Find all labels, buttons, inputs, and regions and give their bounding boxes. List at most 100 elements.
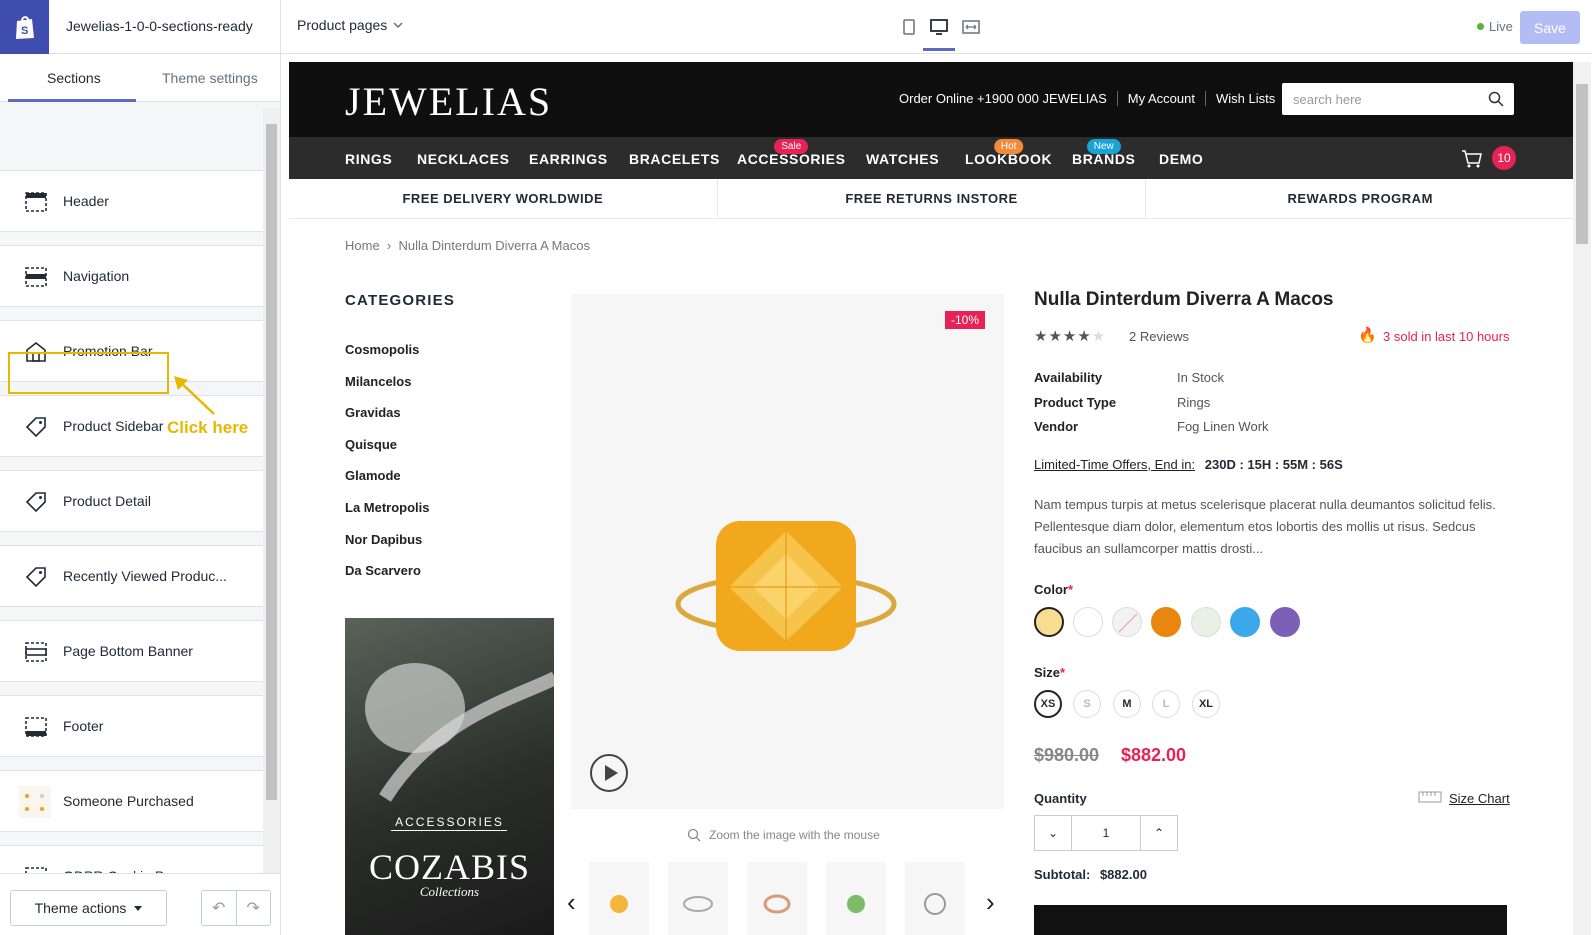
sidebar-ad-banner[interactable]: ACCESSORIES COZABIS Collections (345, 618, 554, 935)
size-option[interactable]: XL (1192, 690, 1220, 718)
thumbnail-strip (581, 862, 1021, 935)
main-nav: RINGS NECKLACES EARRINGS BRACELETS ACCES… (289, 137, 1574, 179)
highlight-box (8, 352, 169, 394)
thumb-prev-icon[interactable]: ‹ (567, 887, 576, 918)
page-type-label: Product pages (297, 17, 388, 33)
thumbnail[interactable] (747, 862, 807, 935)
section-item-header[interactable]: Header (0, 170, 263, 232)
color-swatch-unavailable[interactable] (1112, 607, 1142, 637)
section-item-navigation[interactable]: Navigation (0, 245, 263, 307)
color-swatch[interactable] (1270, 607, 1300, 637)
search-input[interactable]: search here (1282, 83, 1514, 115)
page-type-dropdown[interactable]: Product pages (297, 17, 403, 33)
meta-label: Product Type (1034, 395, 1117, 410)
sidebar-tabs: Sections Theme settings (0, 54, 280, 102)
live-status: Live (1477, 19, 1513, 34)
color-swatch[interactable] (1191, 607, 1221, 637)
sidebar-scroll-thumb[interactable] (266, 124, 277, 800)
nav-brands[interactable]: BRANDS New (1072, 139, 1136, 167)
nav-label: EARRINGS (529, 151, 608, 167)
section-item-recently-viewed[interactable]: Recently Viewed Produc... (0, 545, 263, 607)
nav-earrings[interactable]: EARRINGS (529, 151, 608, 167)
section-item-someone-purchased[interactable]: Someone Purchased (0, 770, 263, 832)
thumbnail[interactable] (826, 862, 886, 935)
star-icon: ★★★★ (1034, 328, 1092, 345)
product-title: Nulla Dinterdum Diverra A Macos (1034, 289, 1334, 310)
search-icon[interactable] (1488, 91, 1504, 107)
thumbnail[interactable] (589, 862, 649, 935)
editor-topbar: S Jewelias-1-0-0-sections-ready Product … (0, 0, 1592, 54)
thumbnail[interactable] (905, 862, 965, 935)
section-item-product-detail[interactable]: Product Detail (0, 470, 263, 532)
add-to-cart-button[interactable] (1034, 905, 1507, 935)
quantity-input[interactable]: 1 (1071, 816, 1141, 850)
redo-icon[interactable]: ↷ (237, 891, 271, 925)
order-online-link[interactable]: Order Online +1900 000 JEWELIAS (889, 91, 1117, 106)
quantity-increase-icon[interactable]: ⌃ (1141, 816, 1177, 850)
save-button[interactable]: Save (1520, 11, 1580, 44)
arrow-annotation-icon (174, 376, 215, 415)
size-option[interactable]: XS (1034, 690, 1062, 718)
breadcrumb-home[interactable]: Home (345, 238, 380, 253)
store-logo[interactable]: JEWELIAS (345, 78, 552, 125)
size-option-unavailable[interactable]: L (1152, 690, 1180, 718)
nav-watches[interactable]: WATCHES (866, 151, 939, 167)
section-item-footer[interactable]: Footer (0, 695, 263, 757)
tab-theme-settings[interactable]: Theme settings (162, 70, 258, 86)
nav-demo[interactable]: DEMO (1159, 151, 1203, 167)
reviews-link[interactable]: 2 Reviews (1129, 329, 1189, 344)
my-account-link[interactable]: My Account (1116, 91, 1205, 106)
theme-actions-label: Theme actions (34, 900, 127, 916)
fullscreen-view-icon[interactable] (960, 16, 982, 38)
wish-lists-link[interactable]: Wish Lists (1204, 91, 1285, 106)
category-link[interactable]: La Metropolis (345, 500, 430, 515)
store-preview: JEWELIAS Order Online +1900 000 JEWELIAS… (289, 62, 1574, 935)
sale-price: $882.00 (1121, 745, 1187, 765)
size-option-unavailable[interactable]: S (1073, 690, 1101, 718)
nav-rings[interactable]: RINGS (345, 151, 392, 167)
section-label: Recently Viewed Produc... (63, 568, 227, 584)
size-label: Size* (1034, 665, 1066, 680)
shopify-logo-icon[interactable]: S (0, 0, 49, 54)
nav-necklaces[interactable]: NECKLACES (417, 151, 510, 167)
nav-lookbook[interactable]: LOOKBOOK Hot (965, 139, 1052, 167)
preview-scrollbar[interactable] (1573, 62, 1591, 935)
mobile-view-icon[interactable] (898, 16, 920, 38)
color-label: Color* (1034, 582, 1074, 597)
compare-price: $980.00 (1034, 745, 1100, 765)
cart-count-badge[interactable]: 10 (1492, 146, 1516, 170)
nav-bracelets[interactable]: BRACELETS (629, 151, 720, 167)
color-swatch[interactable] (1230, 607, 1260, 637)
product-description: Nam tempus turpis at metus scelerisque p… (1034, 497, 1496, 556)
desktop-view-icon[interactable] (923, 16, 955, 51)
tab-sections[interactable]: Sections (47, 70, 101, 86)
play-video-icon[interactable] (590, 754, 628, 792)
undo-icon[interactable]: ↶ (202, 891, 237, 925)
thumb-next-icon[interactable]: › (986, 887, 995, 918)
category-link[interactable]: Quisque (345, 437, 397, 452)
tag-icon (25, 567, 46, 588)
nav-accessories[interactable]: ACCESSORIES Sale (737, 139, 846, 167)
theme-actions-button[interactable]: Theme actions (10, 890, 167, 926)
color-swatch[interactable] (1151, 607, 1181, 637)
category-link[interactable]: Da Scarvero (345, 563, 421, 578)
size-chart-link[interactable]: Size Chart (1449, 791, 1510, 806)
category-link[interactable]: Glamode (345, 468, 401, 483)
product-main-image[interactable] (571, 294, 1004, 809)
color-swatch[interactable] (1073, 607, 1103, 637)
category-link[interactable]: Gravidas (345, 405, 401, 420)
category-link[interactable]: Cosmopolis (345, 342, 419, 357)
quantity-decrease-icon[interactable]: ⌄ (1035, 816, 1071, 850)
promotion-bar: FREE DELIVERY WORLDWIDE FREE RETURNS INS… (289, 179, 1574, 219)
color-swatch[interactable] (1034, 607, 1064, 637)
preview-scroll-thumb[interactable] (1576, 84, 1588, 244)
category-link[interactable]: Milancelos (345, 374, 411, 389)
thumbnail[interactable] (668, 862, 728, 935)
section-item-page-bottom-banner[interactable]: Page Bottom Banner (0, 620, 263, 682)
size-option[interactable]: M (1113, 690, 1141, 718)
cart-icon[interactable] (1461, 149, 1483, 169)
category-link[interactable]: Nor Dapibus (345, 532, 422, 547)
sale-badge: Sale (774, 139, 809, 154)
promo-item: REWARDS PROGRAM (1287, 191, 1433, 206)
section-label: Page Bottom Banner (63, 643, 193, 659)
